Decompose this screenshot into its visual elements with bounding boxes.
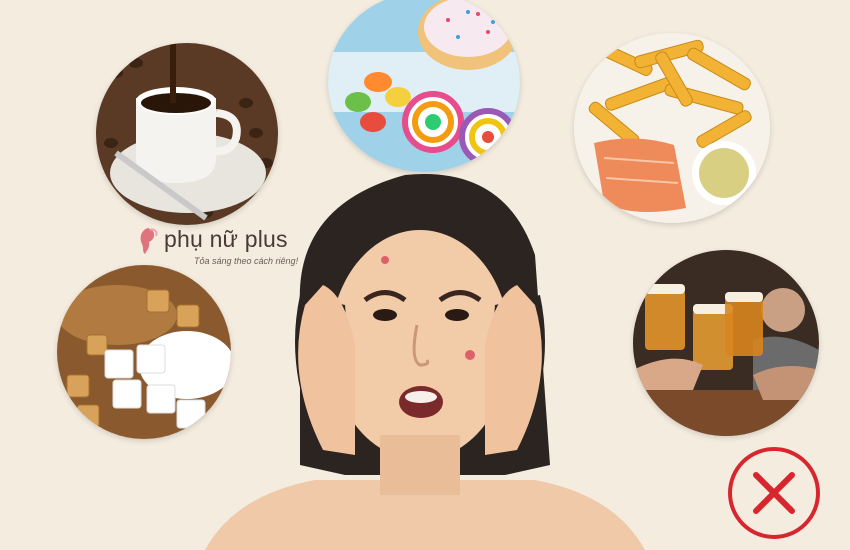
woman-with-acne-icon bbox=[205, 174, 645, 550]
sweets-image bbox=[328, 0, 520, 172]
worried-woman-photo bbox=[205, 165, 645, 550]
close-icon bbox=[753, 472, 795, 514]
donut-candy-icon bbox=[328, 0, 520, 172]
beer-image bbox=[633, 250, 819, 436]
red-x-circle-icon bbox=[728, 447, 820, 539]
beer-toast-icon bbox=[633, 250, 819, 436]
feminine-profile-icon bbox=[140, 228, 158, 254]
